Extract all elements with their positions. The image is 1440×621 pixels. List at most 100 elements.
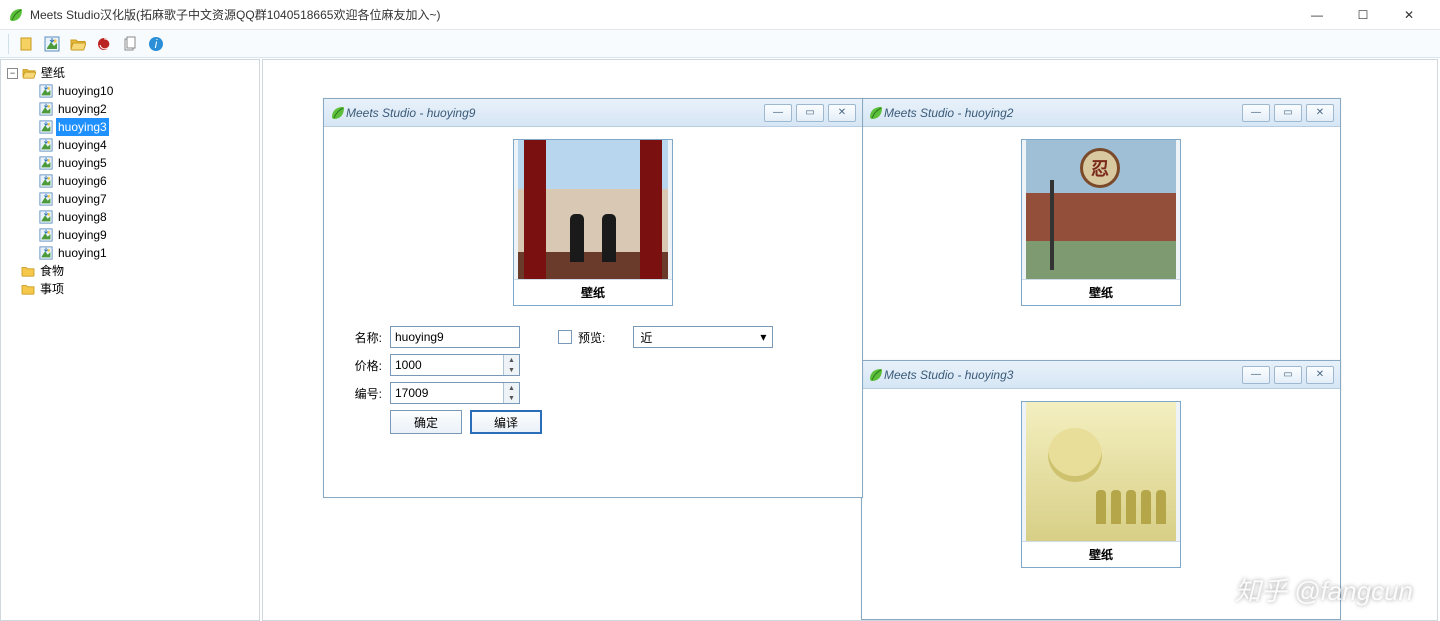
maximize-button[interactable]: ☐ <box>1340 0 1386 30</box>
spinner-up-icon[interactable]: ▲ <box>503 383 519 393</box>
folder-open-icon[interactable] <box>67 33 89 55</box>
tree-item-huoying8[interactable]: huoying8 <box>23 208 257 226</box>
card-icon[interactable] <box>119 33 141 55</box>
compile-button[interactable]: 编译 <box>470 410 542 434</box>
preview-image <box>514 140 672 280</box>
tree-item-label: huoying2 <box>56 100 109 118</box>
image-file-icon <box>39 84 53 98</box>
swirl-icon[interactable] <box>93 33 115 55</box>
child-window-huoying3[interactable]: Meets Studio - huoying3 — ▭ ✕ 壁纸 <box>861 360 1341 620</box>
child-maximize-button[interactable]: ▭ <box>1274 104 1302 122</box>
tree-item-huoying4[interactable]: huoying4 <box>23 136 257 154</box>
tree-item-huoying5[interactable]: huoying5 <box>23 154 257 172</box>
child-maximize-button[interactable]: ▭ <box>796 104 824 122</box>
child-minimize-button[interactable]: — <box>764 104 792 122</box>
tree-folder-food[interactable]: 食物 <box>5 262 257 280</box>
tree-item-label: huoying5 <box>56 154 109 172</box>
preview-image: 忍 <box>1022 140 1180 280</box>
image-file-icon <box>39 102 53 116</box>
preview-card: 壁纸 <box>513 139 673 306</box>
tree-item-label: huoying6 <box>56 172 109 190</box>
tree-item-label: huoying8 <box>56 208 109 226</box>
child-minimize-button[interactable]: — <box>1242 104 1270 122</box>
main-titlebar: Meets Studio汉化版(拓麻歌子中文资源QQ群1040518665欢迎各… <box>0 0 1440 30</box>
collapse-icon[interactable]: − <box>7 68 18 79</box>
folder-icon <box>21 265 35 277</box>
app-leaf-icon <box>330 105 346 121</box>
ok-button[interactable]: 确定 <box>390 410 462 434</box>
tree-folder-items[interactable]: 事项 <box>5 280 257 298</box>
child-title: Meets Studio - huoying3 <box>884 368 1238 382</box>
mdi-area: Meets Studio - huoying2 — ▭ ✕ 忍 壁纸 Meets… <box>262 59 1438 621</box>
tree: − 壁纸 huoying10huoying2huoying3huoying4hu… <box>3 64 257 298</box>
child-window-huoying2[interactable]: Meets Studio - huoying2 — ▭ ✕ 忍 壁纸 <box>861 98 1341 390</box>
tree-item-huoying3[interactable]: huoying3 <box>23 118 257 136</box>
main-toolbar: i <box>0 30 1440 58</box>
tree-item-huoying7[interactable]: huoying7 <box>23 190 257 208</box>
child-titlebar[interactable]: Meets Studio - huoying9 — ▭ ✕ <box>324 99 862 127</box>
image-file-icon <box>39 156 53 170</box>
yellow-doc-icon[interactable] <box>15 33 37 55</box>
svg-text:i: i <box>155 37 158 51</box>
edit-form: 名称: 预览: 近 ▾ 价格: <box>332 326 854 444</box>
tree-item-label: huoying10 <box>56 82 115 100</box>
tree-item-huoying1[interactable]: huoying1 <box>23 244 257 262</box>
tree-folder-label: 事项 <box>38 280 66 298</box>
tree-item-label: huoying7 <box>56 190 109 208</box>
image-file-icon <box>39 192 53 206</box>
preview-caption: 壁纸 <box>514 280 672 305</box>
child-titlebar[interactable]: Meets Studio - huoying3 — ▭ ✕ <box>862 361 1340 389</box>
spinner-down-icon[interactable]: ▼ <box>503 393 519 403</box>
tree-item-label: huoying9 <box>56 226 109 244</box>
image-file-icon <box>39 210 53 224</box>
child-maximize-button[interactable]: ▭ <box>1274 366 1302 384</box>
child-close-button[interactable]: ✕ <box>1306 104 1334 122</box>
folder-open-icon <box>22 67 36 79</box>
preview-checkbox-label: 预览: <box>578 329 605 346</box>
minimize-button[interactable]: — <box>1294 0 1340 30</box>
folder-icon <box>21 283 35 295</box>
name-input[interactable] <box>390 326 520 348</box>
price-input[interactable] <box>390 354 520 376</box>
preview-image <box>1022 402 1180 542</box>
child-close-button[interactable]: ✕ <box>828 104 856 122</box>
distance-value: 近 <box>640 329 652 346</box>
toolbar-separator <box>8 34 9 54</box>
child-titlebar[interactable]: Meets Studio - huoying2 — ▭ ✕ <box>862 99 1340 127</box>
id-label: 编号: <box>342 385 382 402</box>
id-input[interactable] <box>390 382 520 404</box>
app-title: Meets Studio汉化版(拓麻歌子中文资源QQ群1040518665欢迎各… <box>30 6 1294 23</box>
image-file-icon <box>39 228 53 242</box>
tree-item-huoying10[interactable]: huoying10 <box>23 82 257 100</box>
preview-caption: 壁纸 <box>1022 542 1180 567</box>
image-file-icon <box>39 138 53 152</box>
child-title: Meets Studio - huoying2 <box>884 106 1238 120</box>
tree-item-huoying9[interactable]: huoying9 <box>23 226 257 244</box>
preview-card: 忍 壁纸 <box>1021 139 1181 306</box>
child-title: Meets Studio - huoying9 <box>346 106 760 120</box>
preview-checkbox[interactable] <box>558 330 572 344</box>
tree-item-label: huoying4 <box>56 136 109 154</box>
tree-root-wallpaper[interactable]: − 壁纸 <box>5 64 257 82</box>
info-icon[interactable]: i <box>145 33 167 55</box>
price-label: 价格: <box>342 357 382 374</box>
child-minimize-button[interactable]: — <box>1242 366 1270 384</box>
preview-caption: 壁纸 <box>1022 280 1180 305</box>
tree-pane[interactable]: − 壁纸 huoying10huoying2huoying3huoying4hu… <box>0 59 260 621</box>
app-leaf-icon <box>868 367 884 383</box>
image-file-icon <box>39 120 53 134</box>
image-down-icon[interactable] <box>41 33 63 55</box>
image-file-icon <box>39 174 53 188</box>
close-button[interactable]: ✕ <box>1386 0 1432 30</box>
spinner-down-icon[interactable]: ▼ <box>503 365 519 375</box>
distance-select[interactable]: 近 ▾ <box>633 326 773 348</box>
tree-item-label: huoying3 <box>56 118 109 136</box>
tree-item-huoying6[interactable]: huoying6 <box>23 172 257 190</box>
app-leaf-icon <box>8 7 24 23</box>
spinner-up-icon[interactable]: ▲ <box>503 355 519 365</box>
tree-item-label: huoying1 <box>56 244 109 262</box>
child-close-button[interactable]: ✕ <box>1306 366 1334 384</box>
child-window-huoying9[interactable]: Meets Studio - huoying9 — ▭ ✕ 壁纸 名称: <box>323 98 863 498</box>
chevron-down-icon: ▾ <box>760 330 766 344</box>
tree-item-huoying2[interactable]: huoying2 <box>23 100 257 118</box>
